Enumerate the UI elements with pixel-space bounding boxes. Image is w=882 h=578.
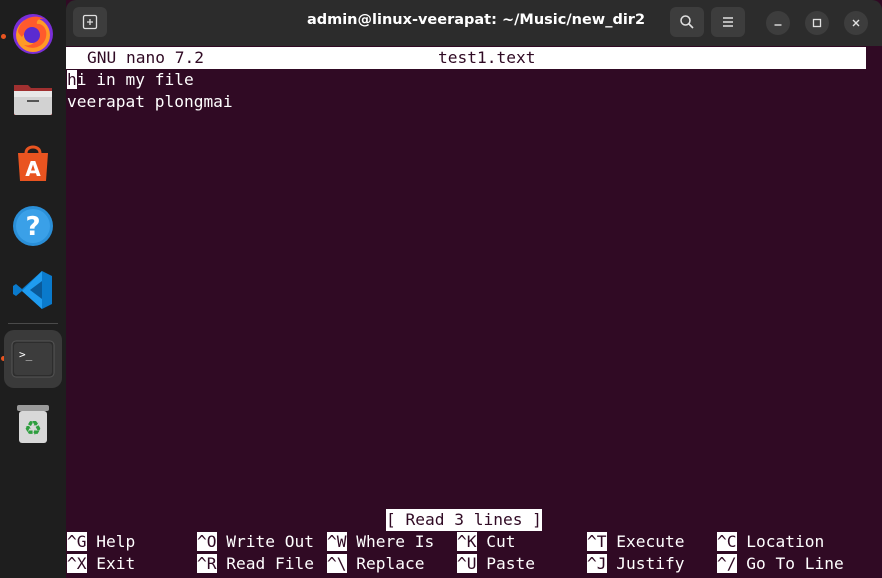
nano-header-bar: GNU nano 7.2 test1.text <box>66 47 866 69</box>
svg-text:♻: ♻ <box>24 416 42 440</box>
dock-item-files[interactable] <box>5 70 61 126</box>
svg-text:?: ? <box>25 212 40 242</box>
hamburger-menu-icon <box>723 17 733 27</box>
dock-item-app-center[interactable]: A <box>5 134 61 190</box>
maximize-icon <box>812 18 822 28</box>
shortcut-key: ^\ <box>327 554 347 573</box>
shortcut-key: ^W <box>327 532 347 551</box>
terminal-window: admin@linux-veerapat: ~/Music/new_dir2 G… <box>66 0 882 578</box>
shortcut-cut[interactable]: ^K Cut <box>457 531 516 553</box>
shortcut-write-out[interactable]: ^O Write Out <box>197 531 314 553</box>
shortcut-key: ^G <box>67 532 87 551</box>
close-button[interactable] <box>844 11 868 35</box>
help-icon: ? <box>13 206 53 246</box>
buffer-line[interactable]: hi in my file <box>67 70 194 89</box>
window-title: admin@linux-veerapat: ~/Music/new_dir2 <box>306 12 646 28</box>
shortcut-label: Justify <box>616 554 685 573</box>
scrollbar-track[interactable] <box>866 46 882 578</box>
firefox-icon <box>13 14 53 54</box>
shortcut-label: Go To Line <box>746 554 844 573</box>
buffer-line-text: i in my file <box>76 70 194 89</box>
dock-item-terminal[interactable]: >_ <box>4 330 62 388</box>
dock-item-vscode[interactable] <box>5 262 61 318</box>
shortcut-key: ^X <box>67 554 87 573</box>
files-icon <box>14 85 52 115</box>
dock: A ? >_ ♻ <box>0 0 66 578</box>
shortcut-paste[interactable]: ^U Paste <box>457 553 535 575</box>
shortcut-read-file[interactable]: ^R Read File <box>197 553 314 575</box>
shortcut-key: ^J <box>587 554 607 573</box>
shortcut-go-to-line[interactable]: ^/ Go To Line <box>717 553 844 575</box>
dock-item-trash[interactable]: ♻ <box>5 396 61 452</box>
dock-item-help[interactable]: ? <box>5 198 61 254</box>
shortcut-key: ^R <box>197 554 217 573</box>
search-icon <box>680 15 694 29</box>
dock-item-firefox[interactable] <box>5 6 61 62</box>
nano-version: GNU nano 7.2 <box>87 48 204 67</box>
maximize-button[interactable] <box>805 11 829 35</box>
svg-text:A: A <box>25 157 41 181</box>
trash-icon: ♻ <box>17 405 49 443</box>
terminal-icon: >_ <box>11 340 55 378</box>
app-center-icon: A <box>18 145 48 181</box>
shortcut-execute[interactable]: ^T Execute <box>587 531 684 553</box>
shortcut-label: Paste <box>486 554 535 573</box>
shortcut-where-is[interactable]: ^W Where Is <box>327 531 434 553</box>
close-icon <box>852 19 860 27</box>
shortcut-label: Read File <box>226 554 314 573</box>
search-button[interactable] <box>670 7 704 37</box>
dock-separator <box>8 323 58 324</box>
minimize-icon <box>774 24 782 26</box>
shortcut-label: Cut <box>486 532 516 551</box>
shortcut-key: ^K <box>457 532 477 551</box>
shortcut-key: ^T <box>587 532 607 551</box>
shortcut-label: Replace <box>356 554 425 573</box>
menu-button[interactable] <box>711 7 745 37</box>
shortcut-label: Execute <box>616 532 685 551</box>
shortcut-label: Where Is <box>356 532 435 551</box>
shortcut-label: Help <box>96 532 136 551</box>
title-bar: admin@linux-veerapat: ~/Music/new_dir2 <box>66 0 882 46</box>
shortcut-replace[interactable]: ^\ Replace <box>327 553 424 575</box>
status-message: [ Read 3 lines ] <box>386 509 542 531</box>
shortcut-key: ^C <box>717 532 737 551</box>
shortcut-key: ^O <box>197 532 217 551</box>
shortcut-exit[interactable]: ^X Exit <box>67 553 135 575</box>
buffer-line[interactable]: veerapat plongmai <box>67 92 233 111</box>
nano-filename: test1.text <box>438 48 536 67</box>
minimize-button[interactable] <box>766 11 790 35</box>
shortcut-location[interactable]: ^C Location <box>717 531 824 553</box>
vscode-icon <box>13 271 52 309</box>
shortcut-justify[interactable]: ^J Justify <box>587 553 684 575</box>
svg-text:>_: >_ <box>19 348 33 361</box>
shortcut-key: ^U <box>457 554 477 573</box>
shortcut-help[interactable]: ^G Help <box>67 531 135 553</box>
new-tab-icon <box>82 14 98 30</box>
shortcut-label: Write Out <box>226 532 314 551</box>
shortcut-label: Location <box>746 532 825 551</box>
text-cursor: h <box>67 70 77 89</box>
shortcut-label: Exit <box>96 554 136 573</box>
new-tab-button[interactable] <box>73 7 107 37</box>
shortcut-key: ^/ <box>717 554 737 573</box>
